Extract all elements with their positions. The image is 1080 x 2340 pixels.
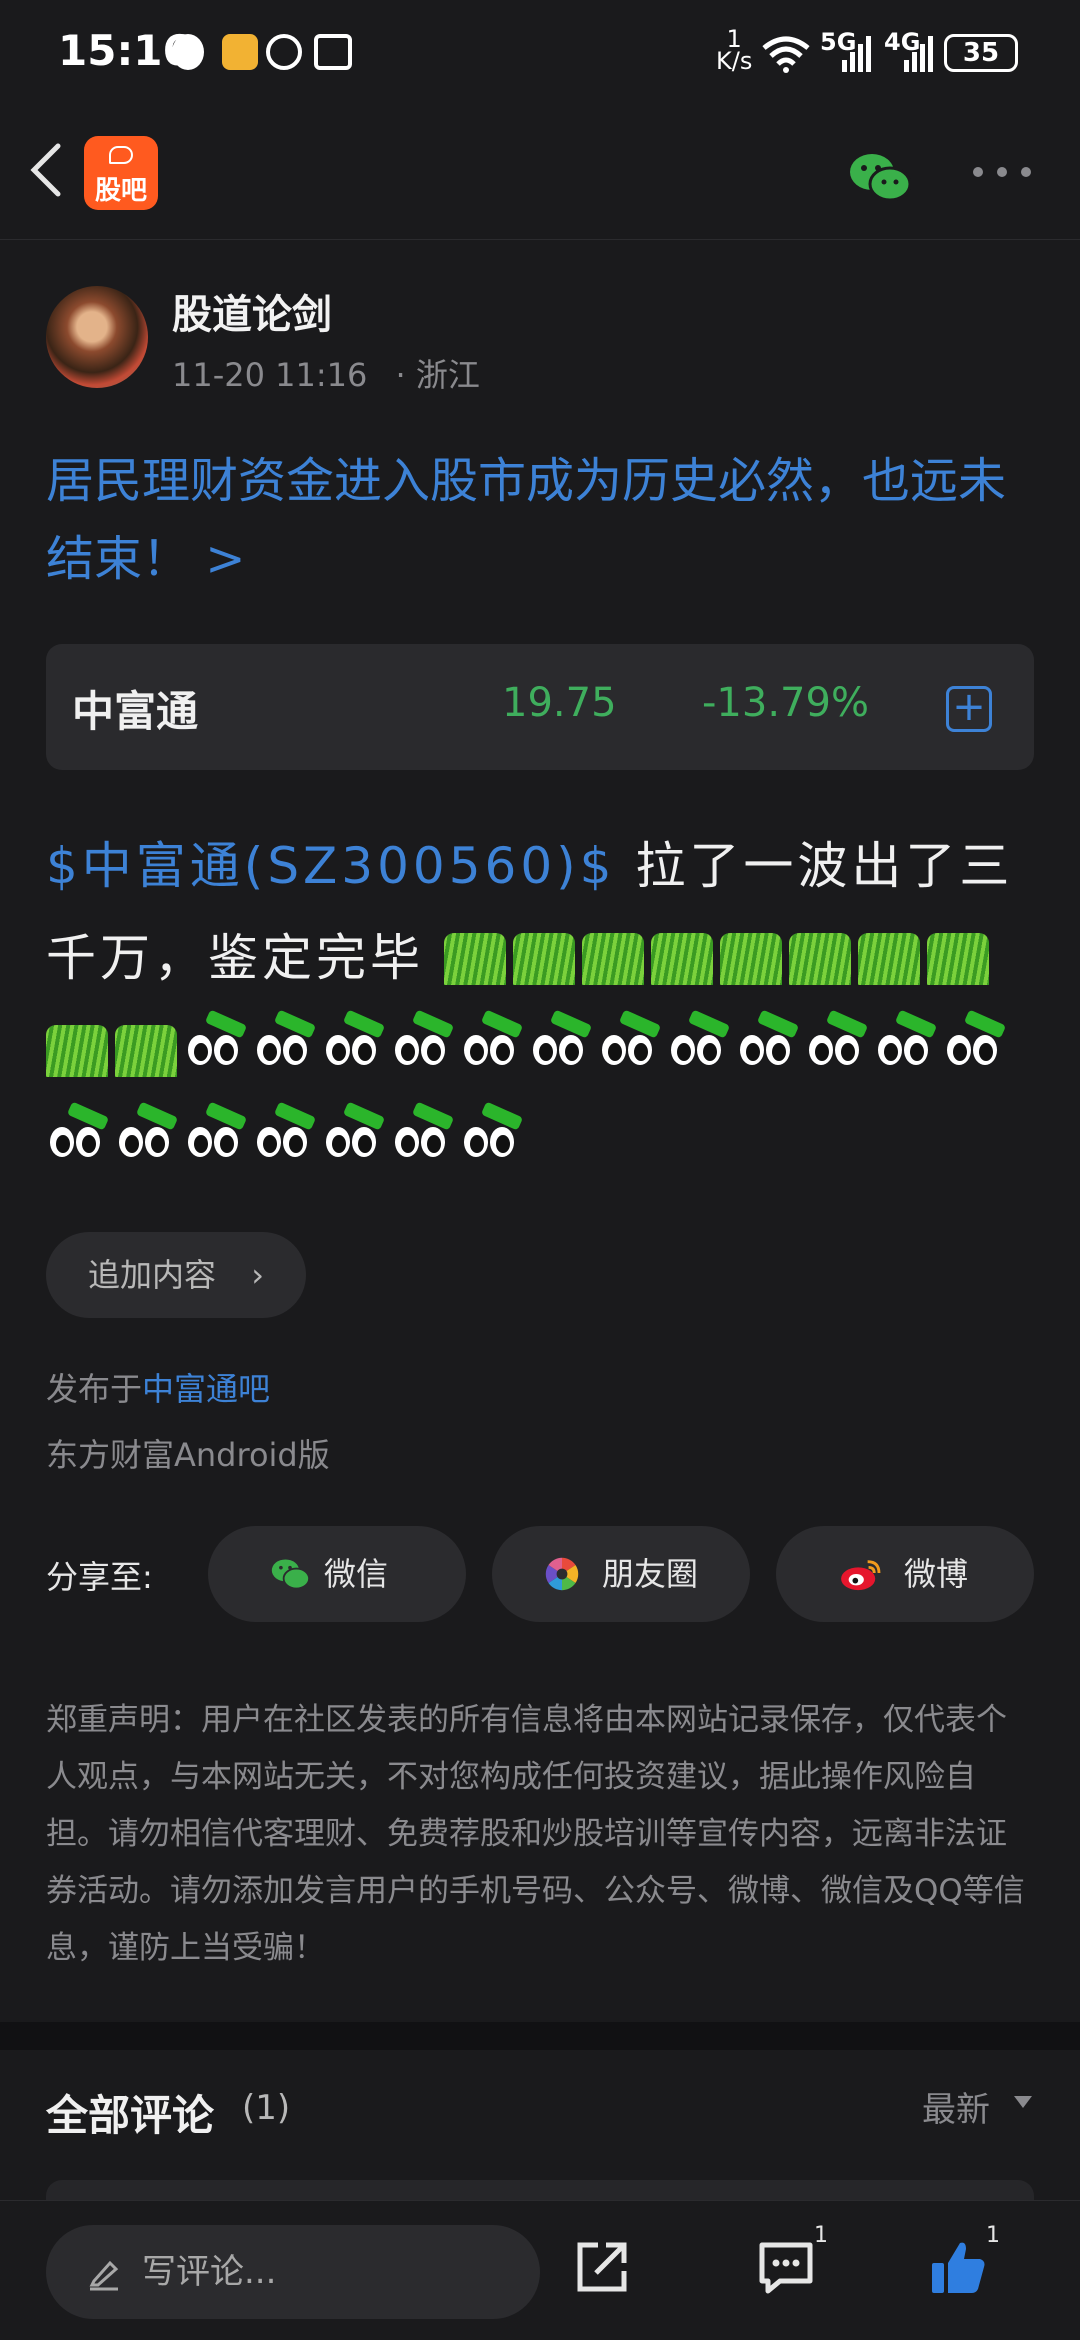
like-count-badge: 1 (986, 2223, 1000, 2248)
logo-text: 股吧 (94, 176, 147, 206)
logo-mark-icon (109, 146, 133, 164)
eyes-emoji-icon (184, 1009, 248, 1077)
app-notify-icon (222, 34, 258, 70)
section-divider (0, 2022, 1080, 2050)
eyes-emoji-icon (874, 1009, 938, 1077)
comment-bubble-icon[interactable] (756, 2237, 816, 2297)
share-out-icon[interactable] (572, 2237, 632, 2297)
like-thumb-icon[interactable] (928, 2237, 988, 2297)
share-moments-button[interactable]: 朋友圈 (492, 1526, 750, 1622)
vibrate-icon (314, 34, 352, 70)
grass-emoji-icon (115, 1015, 177, 1077)
stock-quote-card[interactable]: 中富通 19.75 -13.79% + (46, 644, 1034, 770)
eyes-emoji-icon (184, 1101, 248, 1169)
weibo-icon (841, 1560, 881, 1591)
chevron-right-icon: › (251, 1256, 264, 1294)
eyes-emoji-icon (391, 1101, 455, 1169)
back-arrow-icon[interactable] (26, 140, 66, 200)
share-wechat-button[interactable]: 微信 (208, 1526, 466, 1622)
eyes-emoji-icon (115, 1101, 179, 1169)
stock-name: 中富通 (72, 687, 199, 736)
grass-emoji-icon (46, 1015, 108, 1077)
share-label: 分享至: (46, 1558, 153, 1596)
add-watchlist-button[interactable]: + (946, 686, 992, 732)
moments-icon (545, 1557, 579, 1591)
add-content-label: 追加内容 (88, 1256, 217, 1294)
pencil-icon (89, 2260, 119, 2291)
wifi-icon (762, 36, 810, 73)
grass-emoji-icon (581, 923, 644, 985)
post-location: · 浙江 (395, 356, 480, 394)
client-info: 东方财富Android版 (46, 1436, 330, 1474)
comment-input[interactable]: 写评论... (46, 2225, 540, 2319)
grass-emoji-icon (719, 923, 782, 985)
eyes-emoji-icon (253, 1101, 317, 1169)
grass-emoji-icon (512, 923, 575, 985)
comments-title: 全部评论 (46, 2091, 215, 2140)
battery-icon: 35 (944, 34, 1018, 72)
grass-emoji-icon (926, 923, 989, 985)
signal-bars-icon (904, 36, 933, 72)
eyes-emoji-icon (736, 1009, 800, 1077)
comment-placeholder: 写评论... (142, 2252, 277, 2292)
eyes-emoji-icon (943, 1009, 1007, 1077)
eyes-emoji-icon (46, 1101, 110, 1169)
eyes-emoji-icon (805, 1009, 869, 1077)
status-bar: 15:16 1 K/s 5G 4G 35 (0, 0, 1080, 110)
wechat-share-icon[interactable] (848, 150, 912, 206)
stock-change: -13.79% (702, 680, 869, 726)
add-content-button[interactable]: 追加内容 › (46, 1232, 306, 1318)
net-speed-unit: K/s (716, 47, 753, 75)
qq-icon (172, 34, 204, 70)
comments-count: (1) (242, 2088, 291, 2128)
grass-emoji-icon (650, 923, 713, 985)
grass-emoji-icon (443, 923, 506, 985)
alarm-icon (266, 34, 302, 70)
net-speed: 1 K/s (716, 27, 753, 78)
signal-bars-icon (842, 36, 871, 72)
disclaimer: 郑重声明：用户在社区发表的所有信息将由本网站记录保存，仅代表个人观点，与本网站无… (46, 1702, 1025, 1966)
author-name[interactable]: 股道论剑 (172, 282, 332, 340)
share-moments-label: 朋友圈 (602, 1555, 699, 1593)
guba-logo[interactable]: 股吧 (84, 136, 158, 210)
wechat-icon (271, 1559, 310, 1590)
eyes-emoji-icon (460, 1009, 524, 1077)
post-body: $中富通(SZ300560)$ 拉了一波出了三千万，鉴定完毕 (46, 820, 1036, 1188)
published-prefix: 发布于 (46, 1370, 143, 1408)
bar-link[interactable]: 中富通吧 (142, 1370, 270, 1408)
more-options-icon[interactable] (972, 166, 1032, 178)
caret-down-icon[interactable] (1014, 2096, 1032, 2108)
published-in: 发布于中富通吧 (46, 1364, 270, 1410)
bottom-action-bar: 写评论... 1 1 (0, 2200, 1080, 2340)
eyes-emoji-icon (667, 1009, 731, 1077)
post-title-link[interactable]: 居民理财资金进入股市成为历史必然，也远未结束！ > (46, 442, 1036, 598)
post-time: 11-20 11:16 (172, 356, 368, 394)
grass-emoji-icon (788, 923, 851, 985)
eyes-emoji-icon (322, 1101, 386, 1169)
author-avatar[interactable] (46, 286, 148, 388)
comment-count-badge: 1 (814, 2223, 828, 2248)
stock-price: 19.75 (502, 680, 617, 726)
share-wechat-label: 微信 (324, 1555, 389, 1593)
grass-emoji-icon (857, 923, 920, 985)
eyes-emoji-icon (253, 1009, 317, 1077)
share-weibo-label: 微博 (904, 1555, 969, 1593)
top-nav: 股吧 (0, 110, 1080, 240)
stock-tag-link[interactable]: $中富通(SZ300560)$ (46, 837, 616, 895)
eyes-emoji-icon (598, 1009, 662, 1077)
sort-dropdown[interactable]: 最新 (922, 2082, 990, 2131)
post-meta: 11-20 11:16 · 浙江 (172, 350, 498, 396)
share-weibo-button[interactable]: 微博 (776, 1526, 1034, 1622)
eyes-emoji-icon (529, 1009, 593, 1077)
eyes-emoji-icon (391, 1009, 455, 1077)
eyes-emoji-icon (322, 1009, 386, 1077)
eyes-emoji-icon (460, 1101, 524, 1169)
